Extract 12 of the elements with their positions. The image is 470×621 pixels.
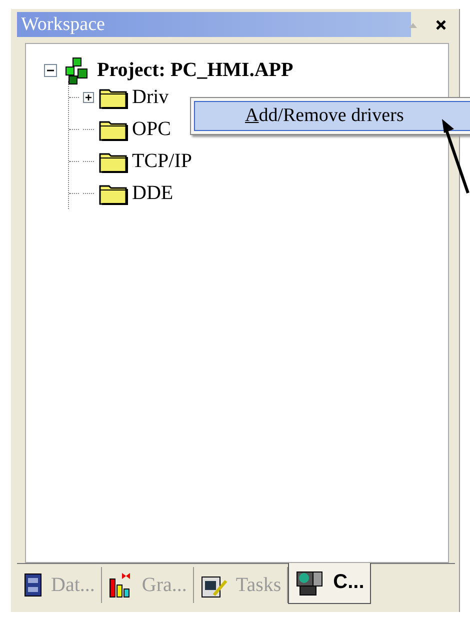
tree-item[interactable]: TCP/IP bbox=[132, 150, 192, 172]
panel-title: Workspace bbox=[20, 14, 105, 36]
expand-toggle[interactable] bbox=[83, 92, 94, 102]
project-label[interactable]: Project: PC_HMI.APP bbox=[97, 59, 294, 82]
tab[interactable]: C... bbox=[288, 562, 372, 604]
tree-item[interactable]: OPC bbox=[132, 118, 171, 140]
tree-item[interactable]: Driv bbox=[132, 86, 169, 108]
cabinet-icon bbox=[23, 572, 43, 598]
menu-item[interactable]: Add/Remove drivers bbox=[194, 101, 470, 131]
tree-item[interactable]: DDE bbox=[132, 182, 174, 204]
close-icon[interactable] bbox=[435, 18, 447, 30]
collapse-toggle[interactable] bbox=[44, 64, 57, 77]
